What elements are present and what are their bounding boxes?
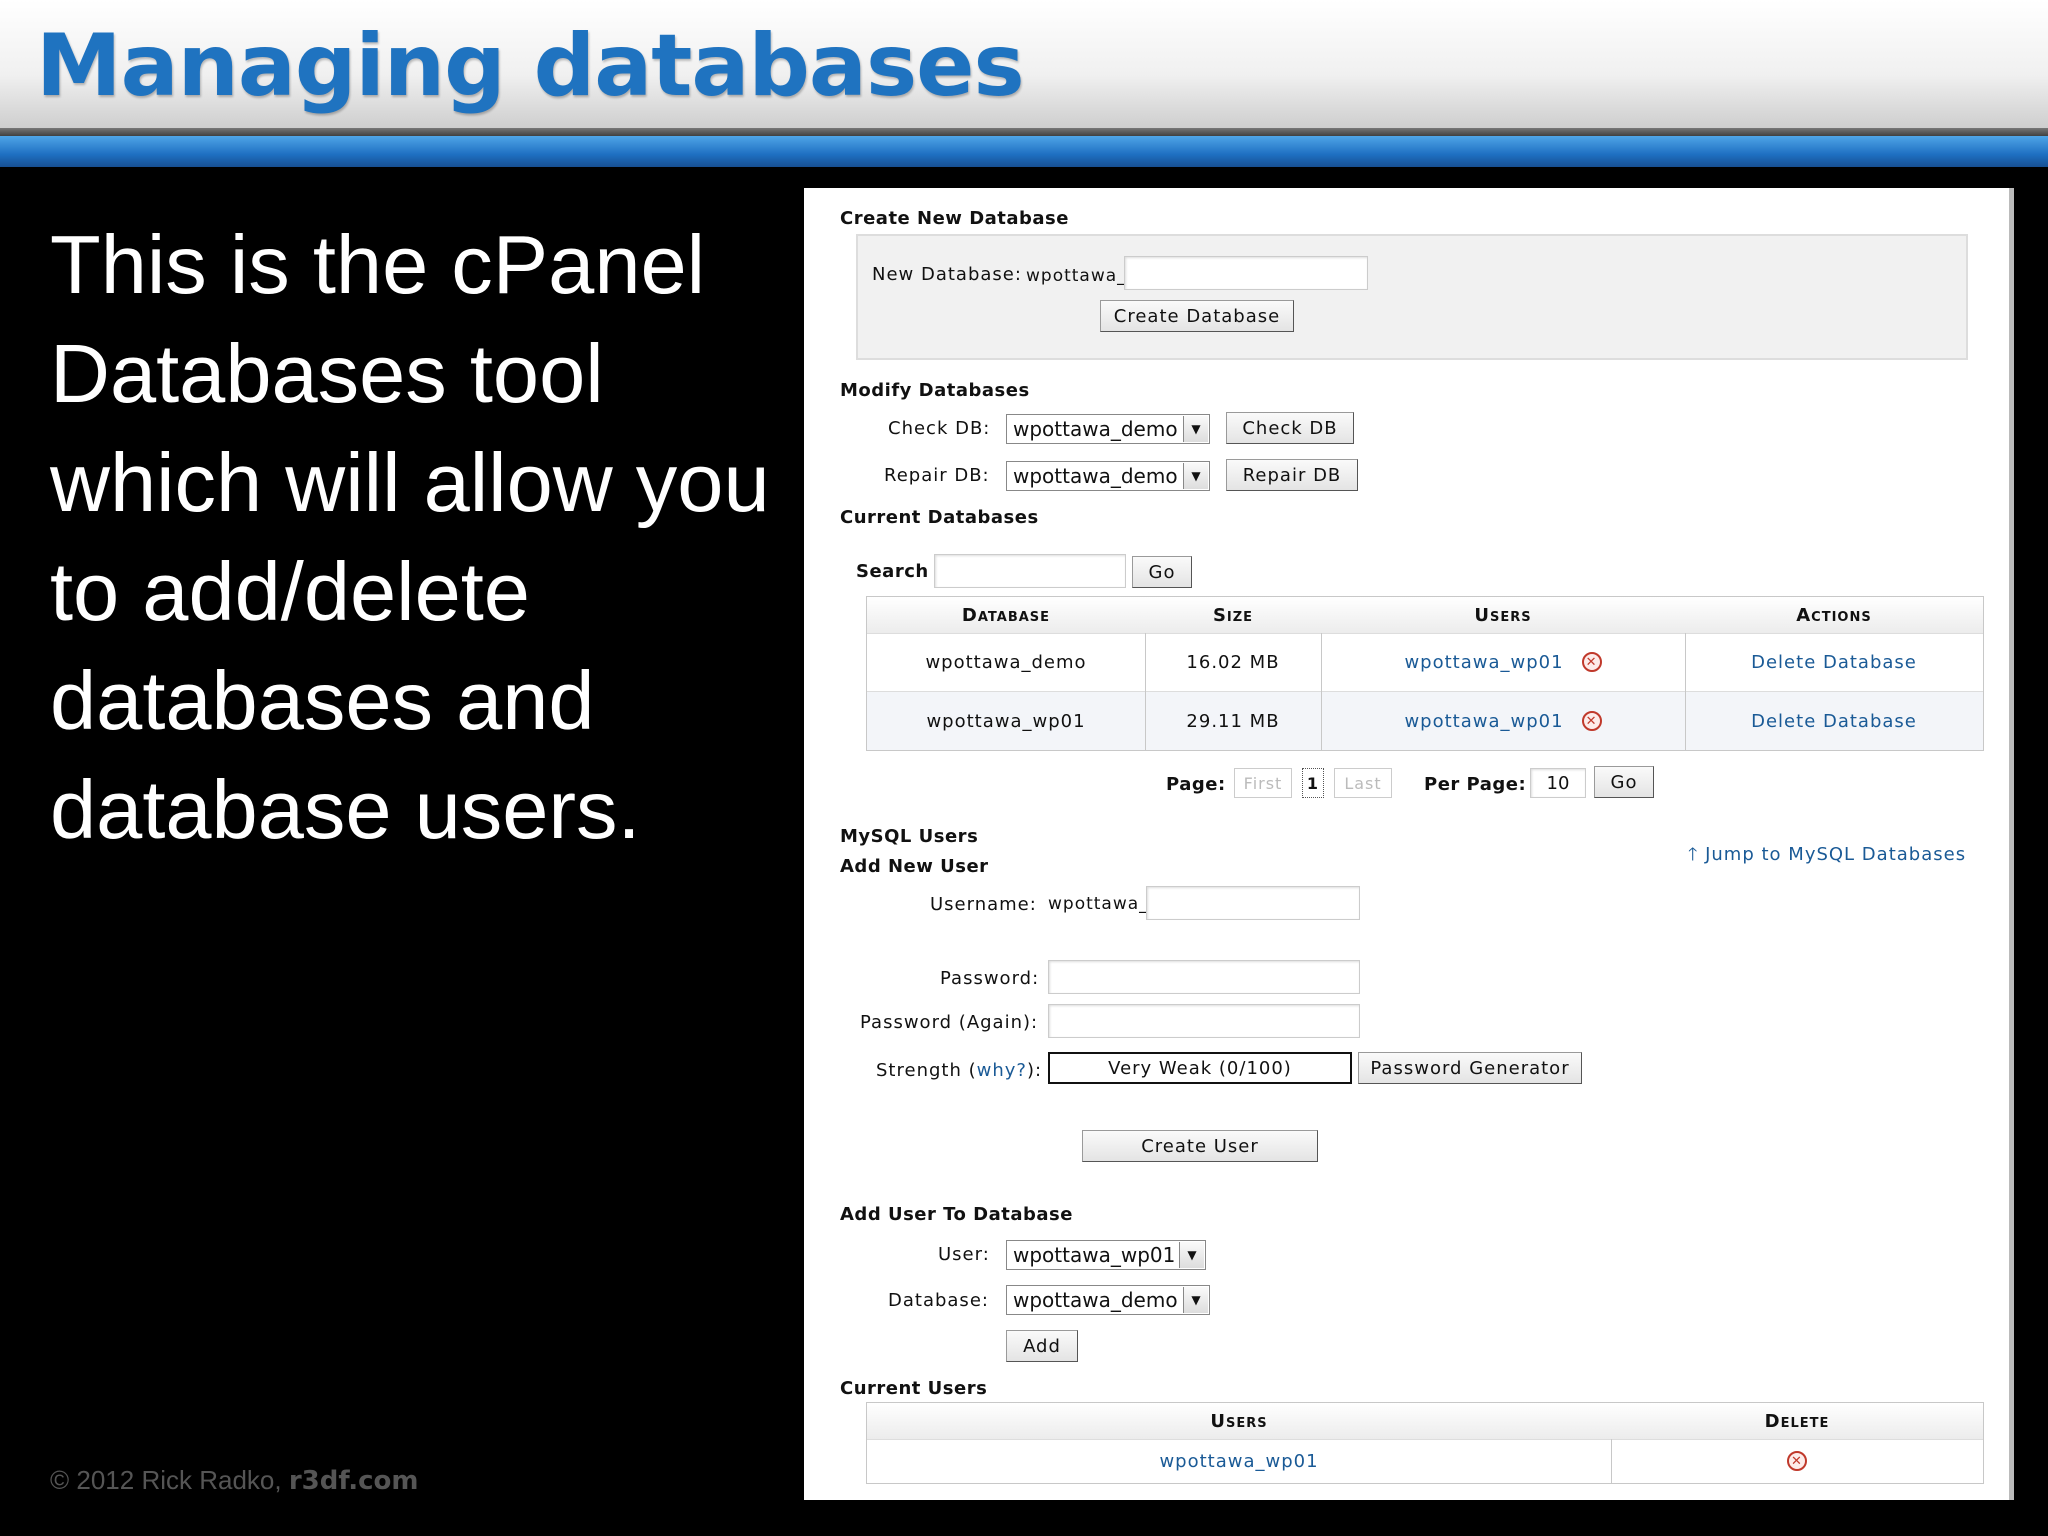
slide-title: Managing databases — [36, 16, 1025, 116]
triangle-down-icon: ▼ — [1183, 416, 1208, 442]
database-select-value: wpottawa_demo — [1013, 1288, 1178, 1312]
search-label: Search — [856, 561, 929, 582]
check-db-value: wpottawa_demo — [1013, 417, 1178, 441]
table-row-1-size: 29.11 MB — [1186, 710, 1280, 732]
x-circle-icon[interactable]: ✕ — [1581, 652, 1602, 672]
table-row-1-users: wpottawa_wp01 ✕ — [1321, 692, 1685, 750]
strength-why-link[interactable]: why? — [977, 1060, 1027, 1081]
check-db-select[interactable]: wpottawa_demo ▼ — [1006, 414, 1210, 444]
col-divider — [1611, 1439, 1612, 1483]
users-row-0-delete: ✕ — [1611, 1439, 1983, 1483]
delete-database-link[interactable]: Delete Database — [1685, 633, 1983, 691]
table-row-0-database: wpottawa_demo — [925, 651, 1087, 673]
search-go-button[interactable]: Go — [1132, 556, 1192, 588]
add-new-user-heading: Add New User — [840, 856, 989, 877]
strength-label: Strength (why?): — [876, 1060, 1042, 1081]
triangle-down-icon: ▼ — [1183, 463, 1208, 489]
repair-db-button[interactable]: Repair DB — [1226, 459, 1358, 491]
col-users: Users — [867, 1403, 1611, 1440]
col-divider — [1145, 633, 1146, 750]
footer-site: r3df.com — [288, 1466, 419, 1496]
blue-band — [0, 136, 2048, 167]
new-db-input[interactable] — [1124, 256, 1368, 290]
username-label: Username: — [930, 894, 1037, 915]
triangle-down-icon: ▼ — [1183, 1287, 1208, 1313]
col-divider — [1685, 633, 1686, 750]
modify-db-heading: Modify Databases — [840, 380, 1030, 401]
col-divider — [1321, 633, 1322, 750]
col-users: Users — [1321, 597, 1685, 634]
repair-db-label: Repair DB: — [884, 465, 990, 486]
users-row-0-user: wpottawa_wp01 — [867, 1439, 1611, 1483]
current-users-heading: Current Users — [840, 1378, 988, 1399]
new-db-prefix: wpottawa_ — [1026, 266, 1127, 286]
footer-copyright: © 2012 Rick Radko, — [50, 1465, 289, 1495]
delete-database-link[interactable]: Delete Database — [1685, 692, 1983, 750]
add-button[interactable]: Add — [1006, 1330, 1078, 1362]
per-page-label: Per Page: — [1424, 774, 1527, 795]
database-label: Database: — [888, 1290, 989, 1311]
triangle-down-icon: ▼ — [1179, 1242, 1204, 1268]
repair-db-select[interactable]: wpottawa_demo ▼ — [1006, 461, 1210, 491]
cpanel-databases-panel: Create New Database New Database: wpotta… — [804, 188, 2014, 1500]
password-input[interactable] — [1048, 960, 1360, 994]
users-table: Users Delete wpottawa_wp01 ✕ — [866, 1402, 1984, 1484]
current-dbs-heading: Current Databases — [840, 507, 1039, 528]
jump-to-mysql-databases-link[interactable]: 🡑 Jump to MySQL Databases — [1688, 842, 1966, 872]
user-link[interactable]: wpottawa_wp01 — [1159, 1451, 1318, 1472]
password-generator-button[interactable]: Password Generator — [1358, 1052, 1582, 1084]
create-user-button[interactable]: Create User — [1082, 1130, 1318, 1162]
repair-db-value: wpottawa_demo — [1013, 464, 1178, 488]
slide-body-text: This is the cPanel Databases tool which … — [50, 218, 770, 856]
mysql-users-heading: MySQL Users — [840, 826, 979, 847]
col-database: Database — [867, 597, 1145, 634]
last-page-button[interactable]: Last — [1334, 768, 1392, 798]
table-row-1-database: wpottawa_wp01 — [926, 710, 1086, 732]
user-link[interactable]: wpottawa_wp01 — [1404, 711, 1563, 732]
check-db-label: Check DB: — [888, 418, 991, 439]
current-page[interactable]: 1 — [1302, 768, 1324, 798]
search-input[interactable] — [934, 554, 1126, 588]
table-row-0-size: 16.02 MB — [1186, 651, 1280, 673]
user-link[interactable]: wpottawa_wp01 — [1404, 652, 1563, 673]
col-delete: Delete — [1611, 1403, 1983, 1440]
per-page-input[interactable]: 10 — [1530, 768, 1586, 798]
page-label: Page: — [1166, 774, 1226, 795]
password-again-label: Password (Again): — [860, 1012, 1039, 1033]
databases-table: Database Size Users Actions wpottawa_dem… — [866, 596, 1984, 751]
create-db-heading: Create New Database — [840, 208, 1069, 229]
user-select-value: wpottawa_wp01 — [1013, 1243, 1176, 1267]
user-select[interactable]: wpottawa_wp01 ▼ — [1006, 1240, 1206, 1270]
col-actions: Actions — [1685, 597, 1983, 634]
jump-link-text: Jump to MySQL Databases — [1705, 844, 1967, 865]
slide-footer: © 2012 Rick Radko, r3df.com — [50, 1465, 419, 1496]
table-row-0-users: wpottawa_wp01 ✕ — [1321, 633, 1685, 691]
username-prefix: wpottawa_ — [1048, 894, 1149, 914]
username-input[interactable] — [1146, 886, 1360, 920]
x-circle-icon[interactable]: ✕ — [1787, 1451, 1807, 1471]
new-db-label: New Database: — [872, 264, 1022, 285]
add-user-to-db-heading: Add User To Database — [840, 1204, 1073, 1225]
strength-label-end: ): — [1026, 1060, 1043, 1081]
x-circle-icon[interactable]: ✕ — [1581, 711, 1602, 731]
per-page-go-button[interactable]: Go — [1594, 766, 1654, 798]
create-db-box — [856, 234, 1968, 360]
password-strength-meter: Very Weak (0/100) — [1048, 1052, 1352, 1084]
create-database-button[interactable]: Create Database — [1100, 300, 1294, 332]
strength-label-text: Strength ( — [876, 1060, 977, 1081]
first-page-button[interactable]: First — [1234, 768, 1292, 798]
password-label: Password: — [940, 968, 1040, 989]
check-db-button[interactable]: Check DB — [1226, 412, 1354, 444]
password-again-input[interactable] — [1048, 1004, 1360, 1038]
arrow-up-icon: 🡑 — [1688, 844, 1706, 865]
database-select[interactable]: wpottawa_demo ▼ — [1006, 1285, 1210, 1315]
col-size: Size — [1145, 597, 1321, 634]
user-label: User: — [938, 1244, 990, 1265]
